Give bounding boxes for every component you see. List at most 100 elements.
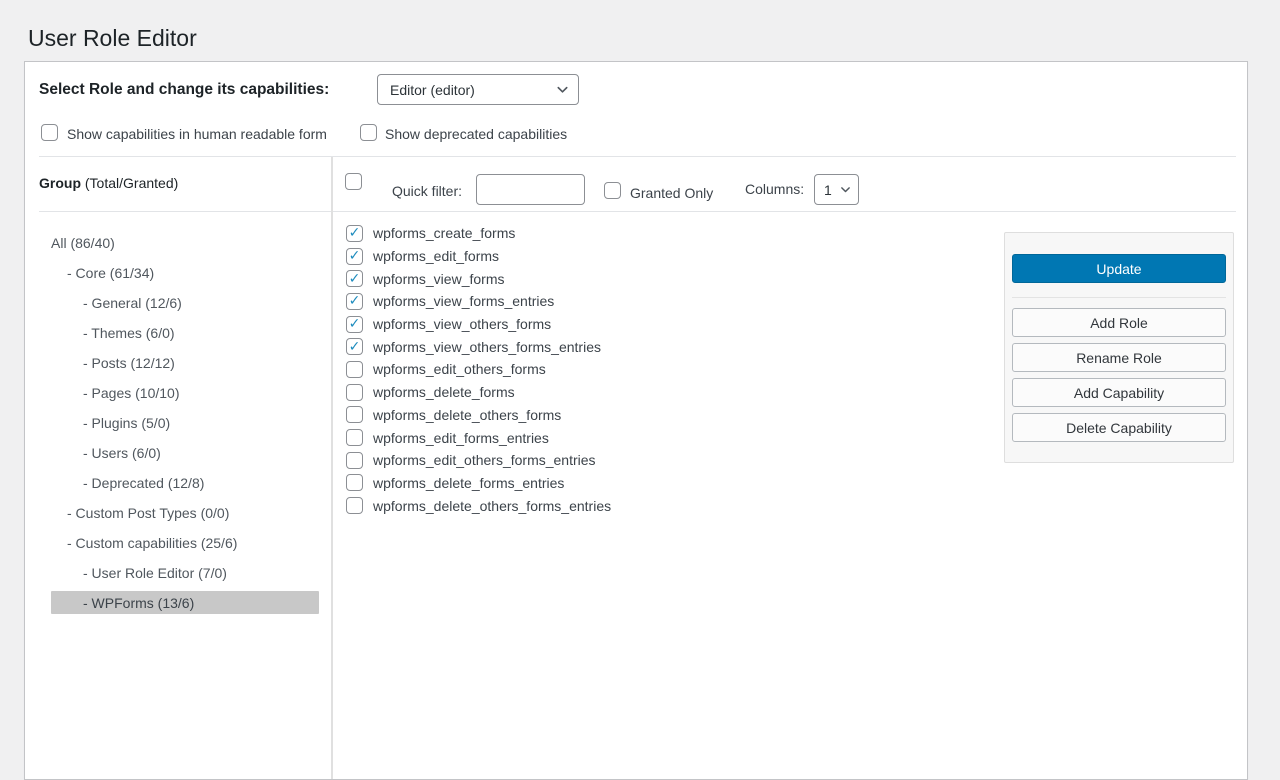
- capability-checkbox[interactable]: ✓: [346, 270, 363, 287]
- capability-name: wpforms_view_others_forms: [373, 316, 551, 332]
- group-tree-item[interactable]: - User Role Editor (7/0): [51, 561, 319, 584]
- group-tree-item-label: - Posts (12/12): [51, 355, 175, 371]
- capability-row: ✓ wpforms_delete_forms_entries: [346, 472, 611, 495]
- group-tree-item-label: - Plugins (5/0): [51, 415, 170, 431]
- group-tree-item[interactable]: - Plugins (5/0): [51, 411, 319, 434]
- capability-name: wpforms_create_forms: [373, 225, 515, 241]
- capability-checkbox[interactable]: ✓: [346, 361, 363, 378]
- group-tree-item-label: - WPForms (13/6): [51, 595, 194, 611]
- user-role-editor-panel: Select Role and change its capabilities:…: [24, 61, 1248, 780]
- add-capability-button[interactable]: Add Capability: [1012, 378, 1226, 407]
- rename-role-button[interactable]: Rename Role: [1012, 343, 1226, 372]
- group-tree-item[interactable]: - Pages (10/10): [51, 381, 319, 404]
- capability-checkbox[interactable]: ✓: [346, 452, 363, 469]
- capability-name: wpforms_view_forms_entries: [373, 293, 554, 309]
- granted-only-label: Granted Only: [630, 185, 713, 201]
- page-title: User Role Editor: [28, 24, 197, 53]
- chevron-down-icon: [555, 82, 570, 97]
- group-tree-item-label: - Themes (6/0): [51, 325, 175, 341]
- quick-filter-input[interactable]: [476, 174, 585, 205]
- capability-checkbox[interactable]: ✓: [346, 497, 363, 514]
- capability-name: wpforms_edit_forms: [373, 248, 499, 264]
- capability-checkbox[interactable]: ✓: [346, 225, 363, 242]
- group-tree-item-label: - User Role Editor (7/0): [51, 565, 227, 581]
- capability-checkbox[interactable]: ✓: [346, 429, 363, 446]
- group-tree-item-label: - Users (6/0): [51, 445, 161, 461]
- capability-row: ✓ wpforms_view_forms_entries: [346, 290, 611, 313]
- deprecated-checkbox[interactable]: ✓: [360, 124, 377, 141]
- capability-row: ✓ wpforms_edit_forms: [346, 245, 611, 268]
- group-tree-item[interactable]: - Users (6/0): [51, 441, 319, 464]
- capability-checkbox[interactable]: ✓: [346, 384, 363, 401]
- capability-checkbox[interactable]: ✓: [346, 474, 363, 491]
- human-readable-checkbox[interactable]: ✓: [41, 124, 58, 141]
- group-tree-item-label: - General (12/6): [51, 295, 182, 311]
- add-role-button[interactable]: Add Role: [1012, 308, 1226, 337]
- chevron-down-icon: [839, 183, 852, 196]
- deprecated-label: Show deprecated capabilities: [385, 126, 567, 142]
- capability-row: ✓ wpforms_view_others_forms_entries: [346, 335, 611, 358]
- action-panel: Update Add Role Rename Role Add Capabili…: [1004, 232, 1234, 463]
- capability-row: ✓ wpforms_edit_others_forms_entries: [346, 449, 611, 472]
- columns-select-value: 1: [824, 182, 832, 198]
- group-tree: All (86/40) - Core (61/34) - General (12…: [51, 231, 319, 621]
- check-icon: ✓: [349, 339, 361, 353]
- select-role-label: Select Role and change its capabilities:: [39, 81, 329, 99]
- column-divider: [331, 157, 333, 779]
- group-tree-item-label: - Core (61/34): [51, 265, 154, 281]
- group-tree-item[interactable]: - Custom capabilities (25/6): [51, 531, 319, 554]
- capability-row: ✓ wpforms_create_forms: [346, 222, 611, 245]
- capability-name: wpforms_edit_others_forms: [373, 361, 546, 377]
- group-tree-item[interactable]: - Custom Post Types (0/0): [51, 501, 319, 524]
- capability-checkbox[interactable]: ✓: [346, 248, 363, 265]
- capability-row: ✓ wpforms_delete_forms: [346, 381, 611, 404]
- capability-row: ✓ wpforms_view_forms: [346, 267, 611, 290]
- group-tree-item[interactable]: - General (12/6): [51, 291, 319, 314]
- capability-name: wpforms_view_others_forms_entries: [373, 339, 601, 355]
- check-icon: ✓: [349, 293, 361, 307]
- delete-capability-button[interactable]: Delete Capability: [1012, 413, 1226, 442]
- capability-checkbox[interactable]: ✓: [346, 293, 363, 310]
- group-tree-item-label: - Custom capabilities (25/6): [51, 535, 237, 551]
- role-select[interactable]: Editor (editor): [377, 74, 579, 105]
- human-readable-label: Show capabilities in human readable form: [67, 126, 327, 142]
- check-icon: ✓: [349, 316, 361, 330]
- group-tree-item[interactable]: All (86/40): [51, 231, 319, 254]
- columns-label: Columns:: [745, 181, 804, 197]
- granted-only-checkbox[interactable]: ✓: [604, 182, 621, 199]
- capability-name: wpforms_edit_others_forms_entries: [373, 452, 596, 468]
- group-tree-item-label: - Deprecated (12/8): [51, 475, 204, 491]
- capability-row: ✓ wpforms_edit_forms_entries: [346, 426, 611, 449]
- capability-name: wpforms_delete_others_forms_entries: [373, 498, 611, 514]
- check-icon: ✓: [349, 271, 361, 285]
- group-tree-item[interactable]: - Core (61/34): [51, 261, 319, 284]
- group-tree-item[interactable]: - Deprecated (12/8): [51, 471, 319, 494]
- capability-list: ✓ wpforms_create_forms ✓ wpforms_edit_fo…: [346, 222, 611, 517]
- select-all-checkbox[interactable]: ✓: [345, 173, 362, 190]
- group-header-title: Group: [39, 175, 81, 191]
- quick-filter-label: Quick filter:: [392, 183, 462, 199]
- group-tree-item[interactable]: - WPForms (13/6): [51, 591, 319, 614]
- capability-name: wpforms_delete_forms: [373, 384, 515, 400]
- group-tree-item[interactable]: - Themes (6/0): [51, 321, 319, 344]
- capability-checkbox[interactable]: ✓: [346, 406, 363, 423]
- group-tree-item[interactable]: - Posts (12/12): [51, 351, 319, 374]
- capability-name: wpforms_delete_forms_entries: [373, 475, 564, 491]
- capability-row: ✓ wpforms_delete_others_forms_entries: [346, 494, 611, 517]
- group-tree-item-label: - Custom Post Types (0/0): [51, 505, 229, 521]
- capability-checkbox[interactable]: ✓: [346, 316, 363, 333]
- separator: [39, 156, 1236, 157]
- capability-name: wpforms_edit_forms_entries: [373, 430, 549, 446]
- capability-row: ✓ wpforms_delete_others_forms: [346, 404, 611, 427]
- separator: [1012, 297, 1226, 298]
- capability-checkbox[interactable]: ✓: [346, 338, 363, 355]
- group-header-suffix: (Total/Granted): [81, 175, 178, 191]
- separator: [39, 211, 1236, 212]
- check-icon: ✓: [349, 248, 361, 262]
- columns-select[interactable]: 1: [814, 174, 859, 205]
- update-button[interactable]: Update: [1012, 254, 1226, 283]
- group-tree-item-label: All (86/40): [51, 235, 115, 251]
- group-column-header: Group (Total/Granted): [39, 175, 178, 191]
- role-select-value: Editor (editor): [390, 82, 475, 98]
- check-icon: ✓: [349, 225, 361, 239]
